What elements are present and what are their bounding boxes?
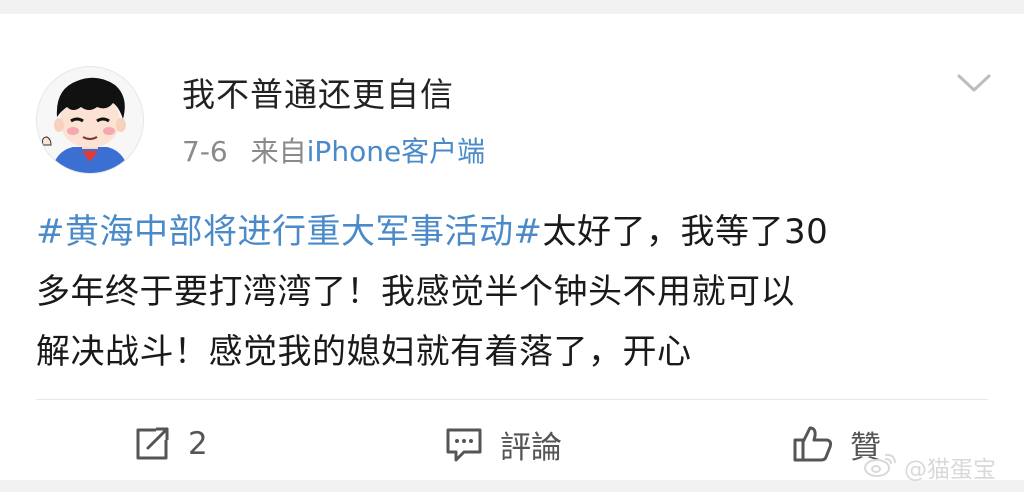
username[interactable]: 我不普通还更自信 — [182, 68, 454, 116]
comment-button[interactable]: 評論 — [444, 424, 562, 466]
watermark-text: @猫蛋宝 — [904, 457, 996, 483]
watermark: @猫蛋宝 — [862, 450, 996, 484]
weibo-logo-icon — [862, 450, 898, 484]
action-divider — [36, 399, 988, 400]
post-line-3: 解决战斗！感觉我的媳妇就有着落了，开心 — [36, 332, 692, 372]
hashtag-link[interactable]: #黄海中部将进行重大军事活动# — [36, 212, 542, 252]
repost-count: 2 — [188, 426, 208, 462]
post-body: #黄海中部将进行重大军事活动#太好了，我等了30 多年终于要打湾湾了！我感觉半个… — [36, 202, 996, 382]
post-line-2: 多年终于要打湾湾了！我感觉半个钟头不用就可以 — [36, 272, 795, 312]
cartoon-boy-avatar-icon — [42, 77, 129, 173]
comment-label: 評論 — [500, 429, 562, 466]
thumbs-up-icon — [792, 424, 834, 464]
post-source[interactable]: iPhone客户端 — [307, 135, 486, 168]
chevron-down-icon[interactable] — [956, 68, 992, 98]
post-line-1-text: 太好了，我等了30 — [542, 212, 829, 252]
source-prefix: 来自 — [250, 135, 307, 168]
post-line-1: #黄海中部将进行重大军事活动#太好了，我等了30 — [36, 202, 996, 262]
post-card: 我不普通还更自信 7-6 来自iPhone客户端 #黄海中部将进行重大军事活动#… — [0, 14, 1024, 480]
comment-icon — [444, 424, 484, 464]
avatar[interactable] — [36, 66, 144, 174]
post-date: 7-6 — [182, 135, 228, 168]
repost-button[interactable]: 2 — [132, 424, 208, 464]
post-meta: 7-6 来自iPhone客户端 — [182, 130, 485, 170]
repost-icon — [132, 424, 172, 464]
